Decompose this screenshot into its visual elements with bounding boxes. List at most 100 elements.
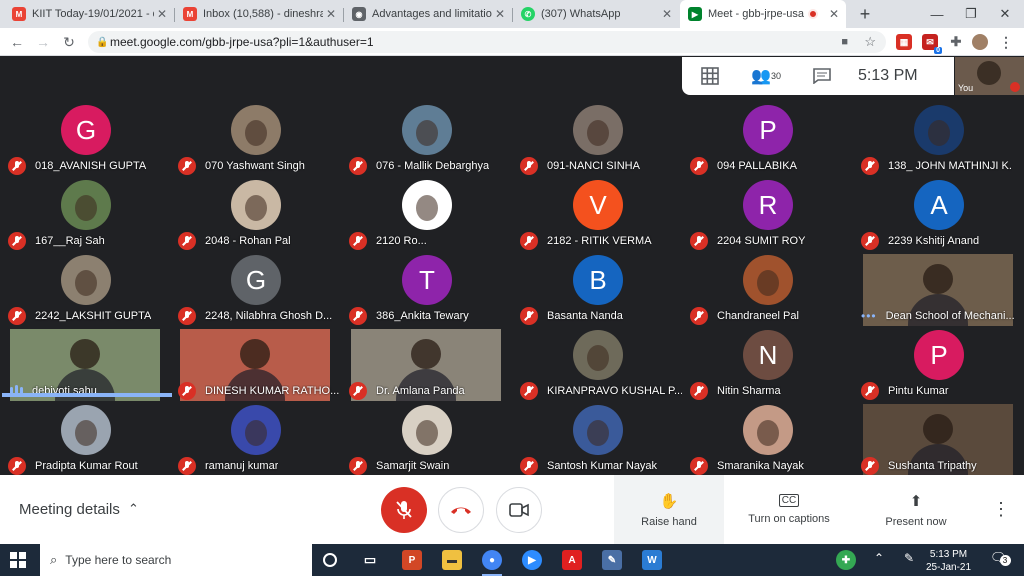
taskbar-clock[interactable]: 5:13 PM 25-Jan-21	[926, 548, 971, 574]
avatar-initial: G	[231, 255, 281, 305]
present-now-button[interactable]: ⬆ Present now	[861, 475, 971, 544]
participant-tile[interactable]: T 386_Ankita Tewary	[341, 251, 511, 326]
puzzle-icon[interactable]: ✚	[948, 34, 964, 50]
close-icon[interactable]: ✕	[492, 7, 508, 21]
leave-call-button[interactable]	[438, 487, 484, 533]
participant-tile[interactable]: KIRANPRAVO KUSHAL P...	[512, 326, 682, 401]
participant-name-row: 2182 - RITIK VERMA	[512, 231, 682, 251]
participant-tile[interactable]: 167__Raj Sah	[0, 176, 170, 251]
tab-whatsapp[interactable]: ✆ (307) WhatsApp ✕	[513, 0, 679, 28]
url-field[interactable]: 🔒 meet.google.com/gbb-jrpe-usa?pli=1&aut…	[88, 31, 886, 53]
participant-tile[interactable]: G 018_AVANISH GUPTA	[0, 101, 170, 176]
close-icon[interactable]: ✕	[826, 7, 842, 21]
close-window-button[interactable]: ✕	[988, 0, 1022, 28]
forward-button[interactable]: →	[32, 32, 54, 52]
tab-kiit-today[interactable]: M KIIT Today-19/01/2021 - din ✕	[4, 0, 174, 28]
captions-button[interactable]: CC Turn on captions	[734, 475, 844, 544]
participant-tile[interactable]: debjyoti sahu	[0, 326, 170, 401]
participant-name-row: Sushanta Tripathy	[853, 456, 1023, 476]
participant-tile[interactable]: P Pintu Kumar	[853, 326, 1023, 401]
participant-tile[interactable]: 076 - Mallik Debarghya	[341, 101, 511, 176]
extension-badge-icon[interactable]: ✉ 0	[922, 34, 942, 54]
participant-tile[interactable]: 138_ JOHN MATHINJI K.	[853, 101, 1023, 176]
tab-advantages[interactable]: ◉ Advantages and limitations ✕	[344, 0, 512, 28]
meeting-details-button[interactable]: Meeting details	[19, 501, 120, 518]
reload-button[interactable]: ↻	[58, 32, 80, 52]
minimize-button[interactable]: —	[920, 0, 954, 28]
participant-tile[interactable]: 2120 Ro...	[341, 176, 511, 251]
menu-dots-icon[interactable]: ⋮	[998, 34, 1014, 50]
notifications-icon[interactable]: 🗨 3	[990, 551, 1011, 566]
more-options-icon[interactable]: ⋮	[992, 499, 1010, 520]
camera-icon[interactable]: ■	[841, 36, 848, 48]
paint-icon[interactable]: ✎	[602, 550, 622, 570]
close-icon[interactable]: ✕	[659, 7, 675, 21]
participant-tile[interactable]: ramanuj kumar	[170, 401, 340, 476]
participant-tile[interactable]: Chandraneel Pal	[682, 251, 852, 326]
powerpoint-icon[interactable]: P	[402, 550, 422, 570]
participant-tile[interactable]: DINESH KUMAR RATHO...	[170, 326, 340, 401]
chevron-up-icon[interactable]: ⌃	[874, 552, 884, 565]
participant-tile[interactable]: Sushanta Tripathy	[853, 401, 1023, 476]
chat-icon[interactable]	[794, 57, 850, 95]
chrome-icon[interactable]: ●	[482, 550, 502, 570]
participant-tile[interactable]: G 2248, Nilabhra Ghosh D...	[170, 251, 340, 326]
windows-start-icon[interactable]	[10, 552, 26, 568]
avatar-initial: P	[743, 105, 793, 155]
participant-tile[interactable]: Santosh Kumar Nayak	[512, 401, 682, 476]
camera-toggle-button[interactable]	[496, 487, 542, 533]
participant-tile[interactable]: Smaranika Nayak	[682, 401, 852, 476]
participant-tile[interactable]: 2242_LAKSHIT GUPTA	[0, 251, 170, 326]
mic-off-icon	[520, 382, 538, 400]
raise-hand-button[interactable]: ✋ Raise hand	[614, 475, 724, 544]
participant-tile[interactable]: V 2182 - RITIK VERMA	[512, 176, 682, 251]
mic-toggle-button[interactable]	[381, 487, 427, 533]
participant-tile[interactable]: 070 Yashwant Singh	[170, 101, 340, 176]
profile-avatar[interactable]	[972, 34, 988, 50]
pen-icon[interactable]: ✎	[904, 552, 914, 565]
taskbar-search-field[interactable]: ⌕ Type here to search	[40, 544, 312, 576]
participant-tile[interactable]: ••• Dean School of Mechani...	[853, 251, 1023, 326]
meeting-clock: 5:13 PM	[858, 67, 918, 84]
avatar-initial: B	[573, 255, 623, 305]
participant-tile[interactable]: N Nitin Sharma	[682, 326, 852, 401]
participant-tile[interactable]: Dr. Amlana Panda	[341, 326, 511, 401]
hand-icon: ✋	[659, 492, 679, 510]
file-explorer-icon[interactable]: ▬	[442, 550, 462, 570]
acrobat-icon[interactable]: A	[562, 550, 582, 570]
participant-tile[interactable]: Samarjit Swain	[341, 401, 511, 476]
network-status-icon[interactable]: ✚	[836, 550, 856, 570]
zoom-icon[interactable]: ▶	[522, 550, 542, 570]
grid-layout-icon[interactable]	[682, 57, 738, 95]
participant-name-row: ramanuj kumar	[170, 456, 340, 476]
participant-name: Santosh Kumar Nayak	[547, 460, 658, 472]
task-view-icon[interactable]: ▭	[360, 550, 380, 570]
new-tab-button[interactable]: +	[848, 0, 882, 28]
avatar-photo	[573, 405, 623, 455]
close-icon[interactable]: ✕	[154, 7, 170, 21]
avatar-initial: N	[743, 330, 793, 380]
chevron-up-icon[interactable]: ⌃	[128, 501, 139, 517]
mic-off-icon	[178, 457, 196, 475]
self-view[interactable]: You	[955, 57, 1024, 95]
participant-name-row: KIRANPRAVO KUSHAL P...	[512, 381, 682, 401]
participant-tile[interactable]: A 2239 Kshitij Anand	[853, 176, 1023, 251]
participant-tile[interactable]: P 094 PALLABIKA	[682, 101, 852, 176]
participant-tile[interactable]: B Basanta Nanda	[512, 251, 682, 326]
tab-inbox[interactable]: M Inbox (10,588) - dineshrathe ✕	[175, 0, 343, 28]
participant-name-row: 2248, Nilabhra Ghosh D...	[170, 306, 340, 326]
participant-tile[interactable]: Pradipta Kumar Rout	[0, 401, 170, 476]
people-button[interactable]: 👥 30	[738, 57, 794, 95]
restore-button[interactable]: ❐	[954, 0, 988, 28]
cortana-icon[interactable]	[323, 553, 337, 567]
extension-icon[interactable]: ▦	[896, 34, 912, 50]
tab-meet[interactable]: ▶ Meet - gbb-jrpe-usa ✕	[680, 0, 846, 28]
back-button[interactable]: ←	[6, 32, 28, 52]
participant-tile[interactable]: R 2204 SUMIT ROY	[682, 176, 852, 251]
participant-tile[interactable]: 2048 - Rohan Pal	[170, 176, 340, 251]
word-icon[interactable]: W	[642, 550, 662, 570]
bookmark-star-icon[interactable]: ☆	[864, 34, 876, 50]
close-icon[interactable]: ✕	[323, 7, 339, 21]
avatar-photo	[743, 405, 793, 455]
participant-tile[interactable]: 091-NANCI SINHA	[512, 101, 682, 176]
